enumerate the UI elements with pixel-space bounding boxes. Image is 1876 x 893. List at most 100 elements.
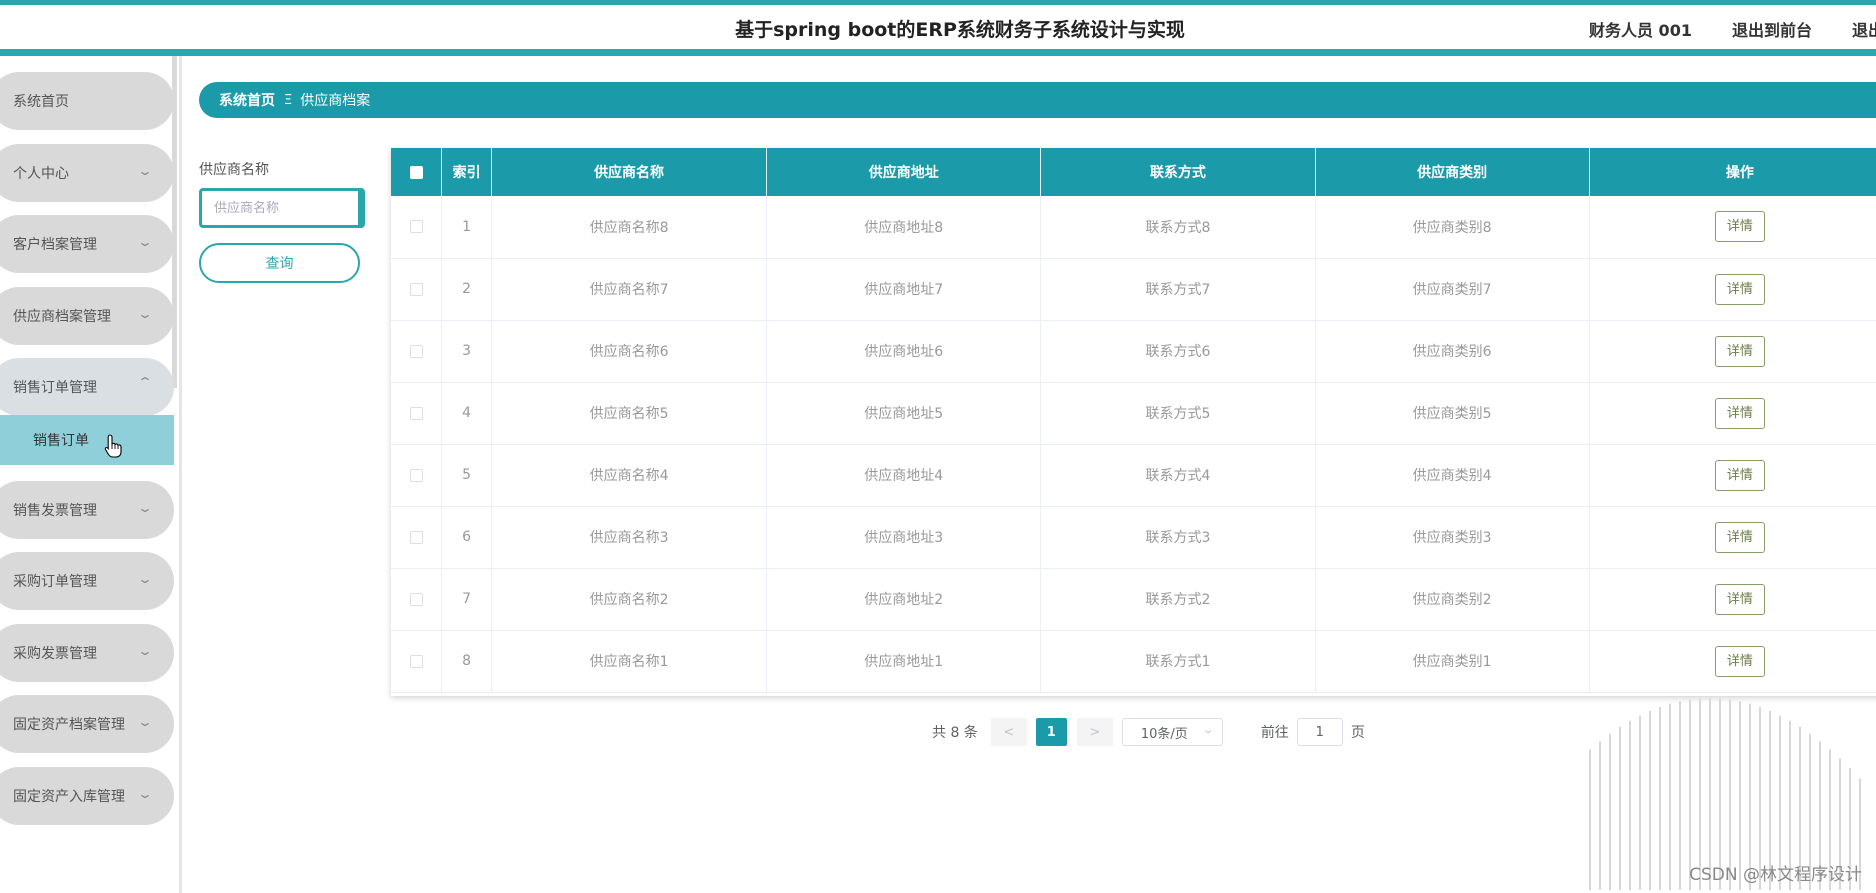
cell-actions: 详情 <box>1589 258 1876 320</box>
cell-supplier-address: 供应商地址4 <box>766 444 1042 506</box>
row-checkbox[interactable] <box>409 220 423 234</box>
sidebar: 系统首页 个人中心 ⌄ 客户档案管理 ⌄ 供应商档案管理 ⌄ 销售订单管理 ⌃ … <box>0 56 182 893</box>
row-checkbox[interactable] <box>409 592 423 606</box>
chevron-down-icon: ⌄ <box>136 572 154 586</box>
cell-contact: 联系方式8 <box>1040 196 1316 258</box>
detail-button[interactable]: 详情 <box>1714 459 1765 491</box>
row-checkbox-cell <box>391 568 443 630</box>
sidebar-item-home[interactable]: 系统首页 <box>0 72 174 130</box>
table-header-row: 索引 供应商名称 供应商地址 联系方式 供应商类别 操作 <box>391 148 1876 196</box>
row-checkbox[interactable] <box>409 282 423 296</box>
sidebar-item-fixed-asset-archive[interactable]: 固定资产档案管理 ⌄ <box>0 695 174 753</box>
chevron-down-icon: ⌄ <box>136 715 154 729</box>
detail-button[interactable]: 详情 <box>1714 521 1765 553</box>
row-checkbox[interactable] <box>409 530 423 544</box>
sidebar-item-sales-invoice[interactable]: 销售发票管理 ⌄ <box>0 481 174 539</box>
top-header: 基于spring boot的ERP系统财务子系统设计与实现 财务人员 001 退… <box>0 0 1876 56</box>
prev-page-button[interactable]: < <box>990 718 1027 746</box>
cell-supplier-category: 供应商类别3 <box>1315 506 1590 568</box>
chevron-down-icon: ⌄ <box>1202 725 1215 736</box>
current-user: 财务人员 001 <box>1588 21 1692 40</box>
page-size-select[interactable]: 10条/页 ⌄ <box>1121 718 1223 746</box>
column-header-supplier-address: 供应商地址 <box>766 148 1042 196</box>
cell-row-index: 3 <box>441 320 492 382</box>
pagination-total: 共 8 条 <box>932 725 978 741</box>
watermark: CSDN @林文程序设计 <box>1689 865 1862 885</box>
cell-supplier-address: 供应商地址6 <box>766 320 1042 382</box>
chevron-down-icon: ⌄ <box>136 235 154 249</box>
sidebar-item-customer-archive[interactable]: 客户档案管理 ⌄ <box>0 215 174 273</box>
sidebar-item-label: 供应商档案管理 <box>13 309 111 325</box>
chevron-up-icon: ⌃ <box>136 375 154 389</box>
search-label: 供应商名称 <box>199 162 269 178</box>
cell-supplier-address: 供应商地址2 <box>766 568 1042 630</box>
sidebar-item-purchase-invoice[interactable]: 采购发票管理 ⌄ <box>0 624 174 682</box>
supplier-table: 索引 供应商名称 供应商地址 联系方式 供应商类别 操作 1 供应商名称8 供应商地… <box>391 148 1876 696</box>
cell-supplier-address: 供应商地址3 <box>766 506 1042 568</box>
pagination: 共 8 条 < 1 > 10条/页 ⌄ 前往 页 <box>932 718 1365 746</box>
page-number-current[interactable]: 1 <box>1035 718 1067 746</box>
chevron-down-icon: ⌄ <box>136 164 154 178</box>
cell-row-index: 7 <box>441 568 492 630</box>
cell-row-index: 2 <box>441 258 492 320</box>
cell-supplier-address: 供应商地址1 <box>766 630 1042 692</box>
cell-actions: 详情 <box>1589 568 1876 630</box>
row-checkbox-cell <box>391 506 443 568</box>
sidebar-item-purchase-order[interactable]: 采购订单管理 ⌄ <box>0 552 174 610</box>
detail-button[interactable]: 详情 <box>1714 645 1765 677</box>
row-checkbox[interactable] <box>409 468 423 482</box>
cell-contact: 联系方式7 <box>1040 258 1316 320</box>
column-header-supplier-category: 供应商类别 <box>1315 148 1590 196</box>
detail-button[interactable]: 详情 <box>1714 397 1765 429</box>
cell-contact: 联系方式6 <box>1040 320 1316 382</box>
cell-actions: 详情 <box>1589 196 1876 258</box>
column-header-contact: 联系方式 <box>1040 148 1316 196</box>
table-row: 2 供应商名称7 供应商地址7 联系方式7 供应商类别7 详情 <box>391 258 1876 320</box>
sidebar-item-personal-center[interactable]: 个人中心 ⌄ <box>0 144 174 202</box>
sidebar-item-label: 采购订单管理 <box>13 574 97 590</box>
sidebar-item-label: 销售订单管理 <box>13 380 97 396</box>
submenu-item-label: 销售订单 <box>33 433 89 449</box>
detail-button[interactable]: 详情 <box>1714 211 1765 243</box>
cell-row-index: 4 <box>441 382 492 444</box>
breadcrumb-home[interactable]: 系统首页 <box>219 90 275 110</box>
chevron-down-icon: ⌄ <box>136 787 154 801</box>
cell-actions: 详情 <box>1589 630 1876 692</box>
cell-contact: 联系方式4 <box>1040 444 1316 506</box>
back-to-front-link[interactable]: 退出到前台 <box>1732 17 1812 41</box>
sidebar-item-supplier-archive[interactable]: 供应商档案管理 ⌄ <box>0 287 174 345</box>
logout-link[interactable]: 退出登录 <box>1852 17 1876 41</box>
sidebar-item-sales-order[interactable]: 销售订单管理 ⌃ <box>0 358 174 416</box>
breadcrumb-separator-icon: Ξ <box>284 92 293 108</box>
sidebar-item-fixed-asset-inbound[interactable]: 固定资产入库管理 ⌄ <box>0 767 174 825</box>
row-checkbox[interactable] <box>409 406 423 420</box>
supplier-name-search-input[interactable] <box>199 188 365 228</box>
row-checkbox[interactable] <box>409 654 423 668</box>
table-row: 3 供应商名称6 供应商地址6 联系方式6 供应商类别6 详情 <box>391 320 1876 382</box>
row-checkbox[interactable] <box>409 344 423 358</box>
detail-button[interactable]: 详情 <box>1714 273 1765 305</box>
select-all-checkbox[interactable] <box>409 165 423 179</box>
table-row: 7 供应商名称2 供应商地址2 联系方式2 供应商类别2 详情 <box>391 568 1876 630</box>
detail-button[interactable]: 详情 <box>1714 583 1765 615</box>
chevron-down-icon: ⌄ <box>136 644 154 658</box>
table-row: 1 供应商名称8 供应商地址8 联系方式8 供应商类别8 详情 <box>391 196 1876 258</box>
submenu-item-sales-order[interactable]: 销售订单 <box>0 415 174 465</box>
cell-supplier-category: 供应商类别4 <box>1315 444 1590 506</box>
row-checkbox-cell <box>391 630 443 692</box>
cell-supplier-name: 供应商名称7 <box>491 258 768 320</box>
goto-page-input[interactable] <box>1296 718 1343 746</box>
cell-supplier-name: 供应商名称8 <box>491 196 768 258</box>
column-header-index: 索引 <box>441 148 492 196</box>
cell-contact: 联系方式5 <box>1040 382 1316 444</box>
search-button[interactable]: 查询 <box>199 243 360 283</box>
cell-row-index: 8 <box>441 630 492 692</box>
cell-contact: 联系方式2 <box>1040 568 1316 630</box>
page-suffix-label: 页 <box>1350 725 1365 741</box>
header-actions: 财务人员 001 退出到前台 退出登录 <box>1589 17 1876 41</box>
cell-supplier-name: 供应商名称3 <box>491 506 768 568</box>
table-row: 8 供应商名称1 供应商地址1 联系方式1 供应商类别1 详情 <box>391 630 1876 692</box>
next-page-button[interactable]: > <box>1076 718 1113 746</box>
cell-supplier-category: 供应商类别7 <box>1315 258 1590 320</box>
detail-button[interactable]: 详情 <box>1714 335 1765 367</box>
